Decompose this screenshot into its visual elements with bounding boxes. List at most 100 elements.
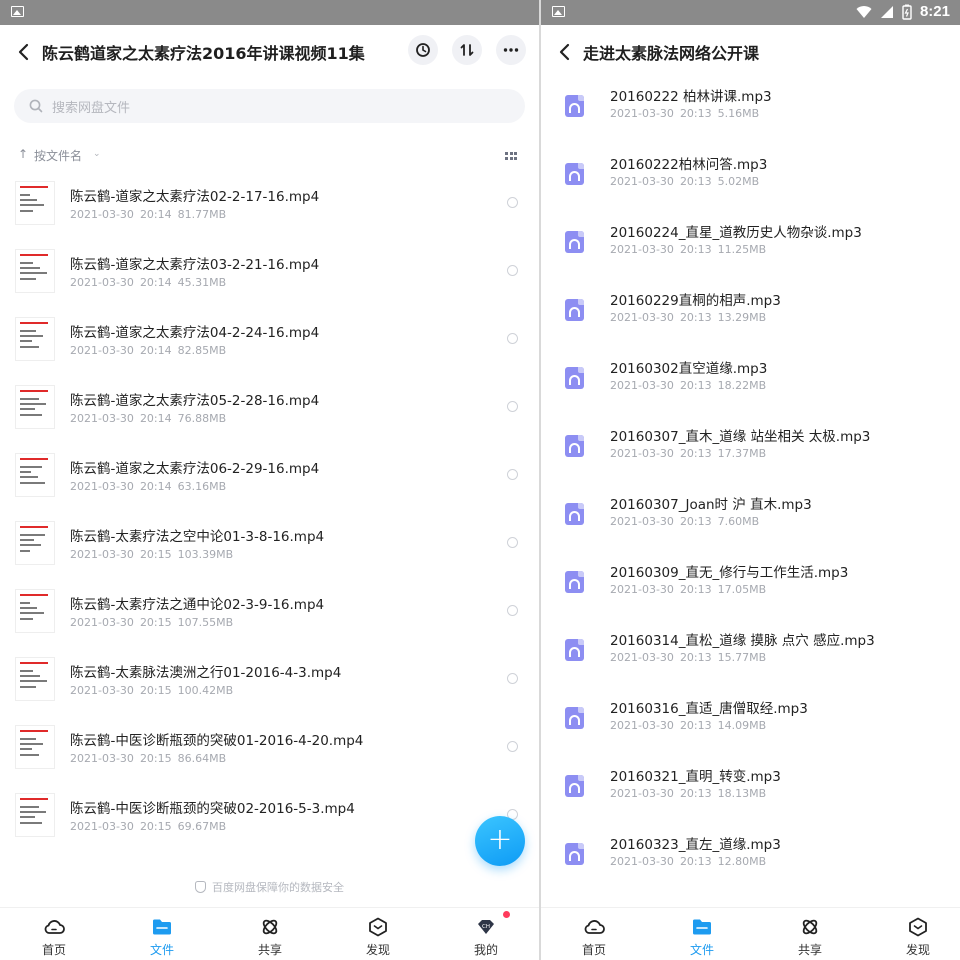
file-size: 63.16MB [177,480,227,493]
file-date: 2021-03-30 [610,175,674,188]
file-date: 2021-03-30 [70,548,134,561]
file-name: 20160229直桐的相声.mp3 [610,293,781,309]
file-row[interactable]: 20160314_直松_道缘 摸脉 点穴 感应.mp3 2021-03-30 20:… [541,630,960,698]
file-name: 陈云鹤-道家之太素疗法03-2-21-16.mp4 [70,257,320,273]
folder-icon [151,917,173,937]
history-button[interactable] [408,35,438,65]
search-input[interactable]: 搜索网盘文件 [14,89,525,123]
file-row[interactable]: 陈云鹤-太素疗法之空中论01-3-8-16.mp4 2021-03-30 20:15… [0,521,539,591]
select-checkbox[interactable] [507,265,518,276]
select-checkbox[interactable] [507,673,518,684]
tab-share[interactable]: 共享 [770,908,850,960]
audio-file-icon [565,231,584,253]
file-date: 2021-03-30 [70,752,134,765]
right-screen: 走进太素脉法网络公开课 20160222 柏林讲课.mp3 2021-03-30 2… [541,0,960,960]
tab-label: 共享 [257,943,282,957]
file-time: 20:14 [139,208,172,221]
file-name: 陈云鹤-道家之太素疗法05-2-28-16.mp4 [70,393,320,409]
file-row[interactable]: 20160321_直明_转变.mp3 2021-03-30 20:13 18.13MB [541,766,960,834]
tab-cloud[interactable]: 首页 [14,908,94,960]
file-date: 2021-03-30 [610,651,674,664]
file-row[interactable]: 陈云鹤-道家之太素疗法05-2-28-16.mp4 2021-03-30 20:14… [0,385,539,455]
file-row[interactable]: 陈云鹤-道家之太素疗法03-2-21-16.mp4 2021-03-30 20:14… [0,249,539,319]
file-row[interactable]: 陈云鹤-中医诊断瓶颈的突破02-2016-5-3.mp4 2021-03-30 20… [0,793,539,863]
tab-label: 文件 [149,943,174,957]
file-row[interactable]: 20160307_Joan时 沪 直木.mp3 2021-03-30 20:13 7.… [541,494,960,562]
file-meta: 2021-03-30 20:13 7.60MB [610,515,759,528]
select-checkbox[interactable] [507,333,518,344]
tab-share[interactable]: 共享 [230,908,310,960]
grid-view-icon[interactable] [505,152,517,160]
security-note-text: 百度网盘保障你的数据安全 [212,881,344,894]
file-time: 20:14 [139,480,172,493]
tab-cloud[interactable]: 首页 [554,908,634,960]
select-checkbox[interactable] [507,469,518,480]
video-thumbnail [15,317,55,361]
file-row[interactable]: 20160309_直无_修行与工作生活.mp3 2021-03-30 20:13 17… [541,562,960,630]
file-row[interactable]: 20160222柏林问答.mp3 2021-03-30 20:13 5.02MB [541,154,960,222]
video-thumbnail [15,385,55,429]
file-time: 20:15 [139,684,172,697]
file-row[interactable]: 20160229直桐的相声.mp3 2021-03-30 20:13 13.29MB [541,290,960,358]
file-size: 17.37MB [717,447,767,460]
file-date: 2021-03-30 [70,820,134,833]
file-meta: 2021-03-30 20:14 45.31MB [70,276,226,289]
sort-direction-icon[interactable]: ↑ [18,147,28,161]
select-checkbox[interactable] [507,401,518,412]
file-name: 20160323_直左_道缘.mp3 [610,837,781,853]
file-date: 2021-03-30 [70,684,134,697]
video-thumbnail [15,657,55,701]
select-checkbox[interactable] [507,537,518,548]
file-meta: 2021-03-30 20:13 14.09MB [610,719,766,732]
file-meta: 2021-03-30 20:14 76.88MB [70,412,226,425]
audio-file-icon [565,367,584,389]
file-size: 12.80MB [717,855,767,868]
file-row[interactable]: 20160222 柏林讲课.mp3 2021-03-30 20:13 5.16MB [541,86,960,154]
file-date: 2021-03-30 [70,344,134,357]
file-row[interactable]: 陈云鹤-太素脉法澳洲之行01-2016-4-3.mp4 2021-03-30 20:… [0,657,539,727]
file-name: 20160307_Joan时 沪 直木.mp3 [610,497,812,513]
back-arrow-icon[interactable] [555,41,575,63]
history-icon [416,43,430,57]
notification-dot [503,911,510,918]
sort-bar: ↑ 按文件名 ⌄ [0,143,539,167]
chevron-down-icon[interactable]: ⌄ [93,149,101,159]
select-checkbox[interactable] [507,741,518,752]
file-row[interactable]: 陈云鹤-中医诊断瓶颈的突破01-2016-4-20.mp4 2021-03-30 2… [0,725,539,795]
tab-discover[interactable]: 发现 [878,908,958,960]
tab-label: 首页 [41,943,66,957]
more-button[interactable] [496,35,526,65]
file-row[interactable]: 20160323_直左_道缘.mp3 2021-03-30 20:13 12.80MB [541,834,960,902]
audio-file-icon [565,775,584,797]
file-row[interactable]: 20160307_直木_道缘 站坐相关 太极.mp3 2021-03-30 20:1… [541,426,960,494]
audio-file-icon [565,503,584,525]
file-row[interactable]: 20160224_直星_道教历史人物杂谈.mp3 2021-03-30 20:13 1… [541,222,960,290]
file-date: 2021-03-30 [70,480,134,493]
file-row[interactable]: 20160302直空道缘.mp3 2021-03-30 20:13 18.22MB [541,358,960,426]
sort-button[interactable] [452,35,482,65]
add-button[interactable]: + [475,816,525,866]
signal-icon [880,5,893,18]
tab-label: 文件 [689,943,714,957]
back-arrow-icon[interactable] [14,41,34,63]
file-size: 13.29MB [717,311,767,324]
tab-discover[interactable]: 发现 [338,908,418,960]
bottom-tab-bar: 首页 文件 共享 发现 [541,907,960,960]
file-size: 5.16MB [717,107,760,120]
file-row[interactable]: 陈云鹤-太素疗法之通中论02-3-9-16.mp4 2021-03-30 20:15… [0,589,539,659]
clock: 8:21 [919,3,950,20]
sort-label[interactable]: 按文件名 [34,147,82,164]
file-row[interactable]: 陈云鹤-道家之太素疗法02-2-17-16.mp4 2021-03-30 20:14… [0,181,539,251]
file-size: 100.42MB [177,684,234,697]
sort-icon [460,44,474,56]
tab-folder[interactable]: 文件 [662,908,742,960]
tab-folder[interactable]: 文件 [122,908,202,960]
file-row[interactable]: 陈云鹤-道家之太素疗法04-2-24-16.mp4 2021-03-30 20:14… [0,317,539,387]
tab-profile[interactable]: CH 我的 [446,908,526,960]
select-checkbox[interactable] [507,605,518,616]
video-thumbnail [15,453,55,497]
file-date: 2021-03-30 [610,447,674,460]
select-checkbox[interactable] [507,197,518,208]
file-row[interactable]: 20160316_直适_唐僧取经.mp3 2021-03-30 20:13 14.09… [541,698,960,766]
file-row[interactable]: 陈云鹤-道家之太素疗法06-2-29-16.mp4 2021-03-30 20:14… [0,453,539,523]
